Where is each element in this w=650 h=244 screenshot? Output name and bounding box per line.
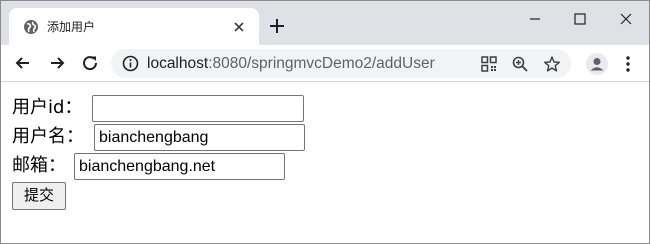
browser-window: 添加用户 localhost:8080/springmvcDemo2/addUs… [0,0,650,244]
submit-button[interactable]: 提交 [12,182,66,210]
email-input[interactable]: bianchengbang.net [74,153,285,180]
browser-toolbar: localhost:8080/springmvcDemo2/addUser [1,45,649,82]
url-host: localhost [147,55,209,72]
site-info-icon[interactable] [122,55,139,72]
close-tab-icon[interactable] [230,18,248,36]
zoom-icon[interactable] [511,55,529,73]
tab-strip: 添加用户 [1,1,649,45]
user-id-input[interactable] [92,95,304,122]
email-label: 邮箱： [12,155,66,176]
globe-icon [24,20,38,34]
maximize-icon[interactable] [565,9,595,29]
user-name-label: 用户名： [12,126,84,147]
user-id-label: 用户id： [12,97,83,118]
forward-arrow-icon[interactable] [46,52,68,74]
person-icon [590,58,604,71]
url-path: :8080/springmvcDemo2/addUser [208,55,435,72]
back-arrow-icon[interactable] [12,52,34,74]
page-content: 用户id： 用户名： bianchengbang 邮箱： bianchengba… [1,83,649,243]
user-name-input[interactable]: bianchengbang [94,124,305,151]
minimize-icon[interactable] [520,9,550,29]
tab-title: 添加用户 [47,20,96,34]
new-tab-icon[interactable] [266,15,288,37]
kebab-menu-icon[interactable] [620,53,636,75]
profile-avatar[interactable] [586,53,608,75]
qr-code-icon[interactable] [480,55,498,73]
tab-active[interactable]: 添加用户 [9,8,259,45]
address-bar[interactable]: localhost:8080/springmvcDemo2/addUser [111,49,571,78]
reload-icon[interactable] [79,52,101,74]
url-text[interactable]: localhost:8080/springmvcDemo2/addUser [147,55,435,72]
window-close-icon[interactable] [611,9,641,29]
bookmark-star-icon[interactable] [543,55,561,73]
